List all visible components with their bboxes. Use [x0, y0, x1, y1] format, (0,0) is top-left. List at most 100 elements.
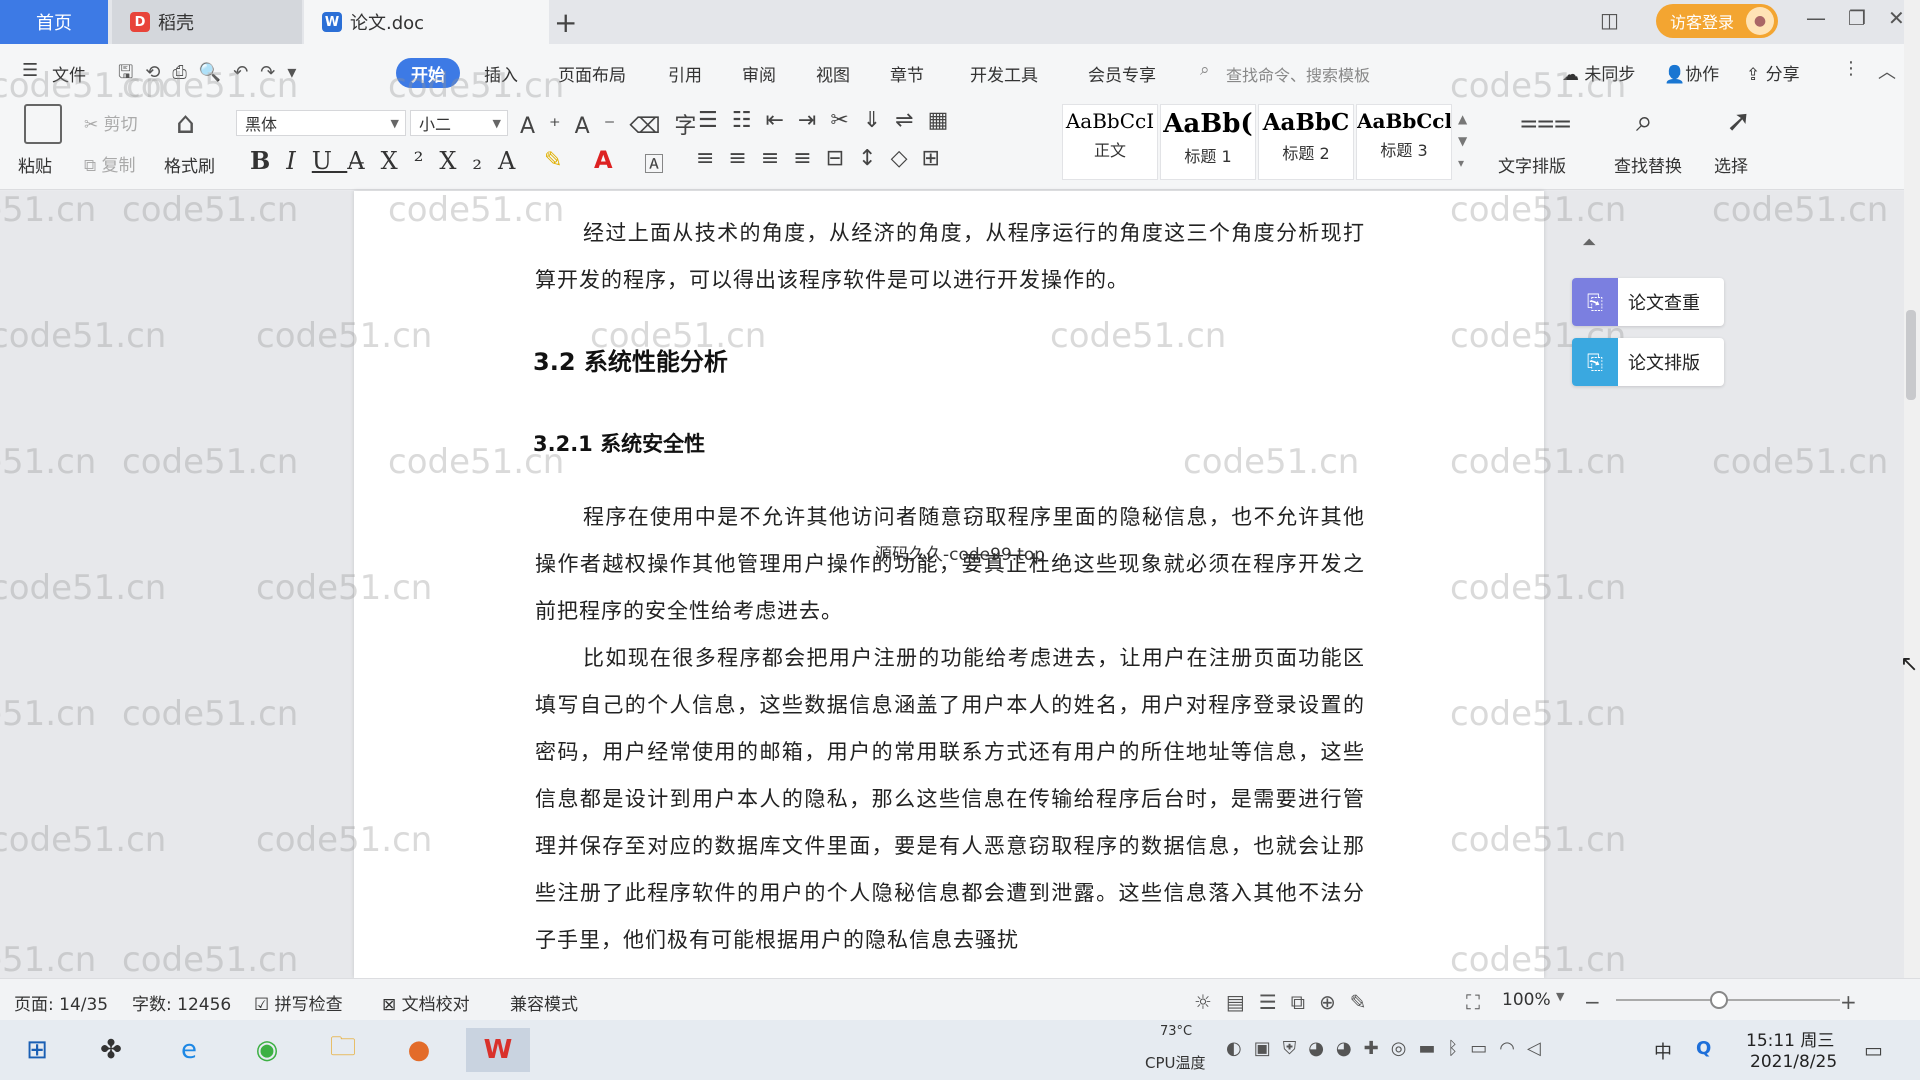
- format-painter-button[interactable]: 格式刷: [164, 152, 215, 177]
- copy-button[interactable]: ⧉ 复制: [84, 151, 136, 176]
- paper-check-icon: ⎘: [1572, 278, 1618, 326]
- style-normal-label: 正文: [1093, 141, 1126, 160]
- share-label: 分享: [1765, 65, 1800, 85]
- menu-tab-references[interactable]: 引用: [668, 61, 702, 86]
- highlight-icon[interactable]: ✎: [544, 148, 562, 173]
- media-app-icon[interactable]: ●: [394, 1028, 444, 1072]
- fan-app-icon[interactable]: ✤: [86, 1028, 136, 1072]
- font-color-icon[interactable]: A: [594, 146, 613, 174]
- login-button[interactable]: 访客登录 ●: [1656, 4, 1778, 38]
- paper-format-label: 论文排版: [1628, 353, 1700, 374]
- collaborate-button[interactable]: 👤协作: [1664, 60, 1719, 85]
- zoom-dropdown-icon[interactable]: ▼: [1556, 990, 1564, 1003]
- browser-360-icon[interactable]: ◉: [242, 1028, 292, 1072]
- paste-icon[interactable]: [24, 104, 62, 144]
- tab-document[interactable]: W 论文.doc: [304, 0, 549, 44]
- cut-button[interactable]: ✂ 剪切: [84, 110, 138, 135]
- share-button[interactable]: ⇪ 分享: [1746, 60, 1800, 85]
- word-count[interactable]: 字数: 12456: [132, 990, 231, 1015]
- minimize-icon[interactable]: —: [1806, 6, 1826, 30]
- close-icon[interactable]: ✕: [1888, 6, 1905, 30]
- zoom-in-icon[interactable]: +: [1840, 990, 1857, 1014]
- proofread-button[interactable]: ⊠ 文档校对: [382, 990, 470, 1015]
- menu-tab-insert[interactable]: 插入: [484, 61, 518, 86]
- spell-check-label: 拼写检查: [274, 995, 343, 1015]
- collapse-ribbon-icon[interactable]: ︿: [1878, 58, 1896, 84]
- paste-button[interactable]: 粘贴: [18, 152, 52, 177]
- menu-tab-review[interactable]: 审阅: [742, 61, 776, 86]
- menu-tab-chapter[interactable]: 章节: [890, 61, 924, 86]
- paper-check-button[interactable]: ⎘ 论文查重: [1572, 278, 1724, 326]
- quick-access-icons[interactable]: 🖫⟲⎙🔍↶↷▾: [118, 60, 308, 90]
- select-button[interactable]: 选择: [1714, 152, 1748, 177]
- menu-tab-page-layout[interactable]: 页面布局: [558, 61, 626, 86]
- menu-tab-start[interactable]: 开始: [396, 58, 460, 88]
- paper-format-icon: ⎘: [1572, 338, 1618, 386]
- command-search-input[interactable]: 查找命令、搜索模板: [1226, 62, 1370, 86]
- tab-home[interactable]: 首页: [0, 0, 108, 44]
- align-tools-icons[interactable]: ≡≡≡≡⊟↕◇⊞: [696, 146, 954, 171]
- system-tray-icons[interactable]: ◐▣⛨◕◕✚◎▬ᛒ▭◠◁: [1226, 1038, 1553, 1059]
- select-cursor-icon[interactable]: ➚: [1726, 104, 1751, 139]
- mouse-cursor-icon: ↖: [1900, 652, 1919, 677]
- layout-toggle-icon[interactable]: ◫: [1600, 8, 1619, 32]
- style-normal[interactable]: AaBbCcI 正文: [1062, 104, 1158, 180]
- restore-icon[interactable]: ❐: [1848, 6, 1866, 30]
- hamburger-icon[interactable]: ☰: [22, 60, 38, 81]
- qq-icon[interactable]: Q: [1696, 1038, 1711, 1059]
- font-size-tools-icons[interactable]: A⁺A⁻⌫字: [520, 108, 710, 140]
- style-heading-2[interactable]: AaBbC 标题 2: [1258, 104, 1354, 180]
- more-icon[interactable]: ⋮: [1842, 58, 1860, 79]
- user-icon: 👤: [1664, 65, 1686, 85]
- menu-tab-view[interactable]: 视图: [816, 61, 850, 86]
- font-name-select[interactable]: 黑体 ▼: [236, 110, 406, 136]
- list-tools-icons[interactable]: ☰☷⇤⇥✂⇓⇌▦: [698, 108, 962, 133]
- style-heading-3-preview: AaBbCcl: [1357, 109, 1451, 133]
- wps-writer-icon[interactable]: W: [466, 1028, 530, 1072]
- format-painter-icon[interactable]: ⌂: [176, 106, 195, 141]
- spell-check-button[interactable]: ☑ 拼写检查: [254, 990, 343, 1015]
- view-mode-icons[interactable]: ☼▤☰⧉⊕✎: [1194, 990, 1381, 1014]
- text-layout-icon[interactable]: ⩶: [1520, 104, 1571, 139]
- new-tab-icon[interactable]: +: [554, 6, 577, 39]
- windows-start-icon[interactable]: ⊞: [12, 1028, 62, 1072]
- find-replace-button[interactable]: 查找替换: [1614, 152, 1682, 177]
- compat-mode: 兼容模式: [510, 995, 578, 1015]
- vertical-scrollbar[interactable]: [1904, 0, 1920, 978]
- file-explorer-icon[interactable]: 🗀: [318, 1028, 368, 1072]
- scrollbar-thumb[interactable]: [1906, 310, 1916, 400]
- clock-date[interactable]: 2021/8/25: [1750, 1052, 1837, 1072]
- clock-time[interactable]: 15:11 周三: [1746, 1026, 1834, 1051]
- zoom-slider[interactable]: [1616, 999, 1840, 1001]
- menu-file[interactable]: 文件: [52, 61, 86, 86]
- fit-page-icon[interactable]: ⛶: [1466, 990, 1480, 1014]
- page-indicator[interactable]: 页面: 14/35: [14, 990, 108, 1015]
- zoom-slider-handle[interactable]: [1710, 991, 1728, 1009]
- find-replace-icon[interactable]: ⌕: [1636, 104, 1653, 139]
- notification-icon[interactable]: ▭: [1864, 1038, 1883, 1062]
- char-border-icon[interactable]: 🄰: [644, 148, 664, 177]
- text-format-icons[interactable]: BIUA̶X²X₂A: [250, 146, 531, 175]
- style-normal-preview: AaBbCcI: [1065, 109, 1155, 133]
- style-heading-3[interactable]: AaBbCcl 标题 3: [1356, 104, 1452, 180]
- overlay-watermark-text: 源码久久-code99.top: [875, 545, 1046, 565]
- ime-indicator[interactable]: 中: [1654, 1038, 1672, 1064]
- chevron-down-icon: ▼: [492, 116, 501, 130]
- zoom-level[interactable]: 100%: [1502, 990, 1551, 1010]
- font-size-select[interactable]: 小二 ▼: [410, 110, 508, 136]
- zoom-out-icon[interactable]: −: [1584, 990, 1601, 1014]
- menu-tab-member[interactable]: 会员专享: [1088, 61, 1156, 86]
- collapse-panel-icon[interactable]: ⏶: [1582, 232, 1596, 253]
- styles-scroll-icon[interactable]: ▲ ▼ ▾: [1458, 108, 1467, 174]
- text-layout-button[interactable]: 文字排版: [1498, 152, 1566, 177]
- menu-tab-dev-tools[interactable]: 开发工具: [970, 61, 1038, 86]
- style-heading-1[interactable]: AaBb(标题 1: [1160, 104, 1256, 180]
- style-heading-1-preview: AaBb(: [1163, 109, 1253, 139]
- share-icon: ⇪: [1746, 65, 1761, 85]
- search-icon: ⌕: [1200, 60, 1210, 80]
- ie-browser-icon[interactable]: e: [164, 1028, 214, 1072]
- paper-format-button[interactable]: ⎘ 论文排版: [1572, 338, 1724, 386]
- tab-daoke[interactable]: D 稻壳: [112, 0, 302, 44]
- taskbar: ⊞ ✤ e ◉ 🗀 ● W 73°C CPU温度 ◐▣⛨◕◕✚◎▬ᛒ▭◠◁ 中 …: [0, 1020, 1920, 1080]
- sync-status[interactable]: ☁ 未同步: [1562, 60, 1635, 85]
